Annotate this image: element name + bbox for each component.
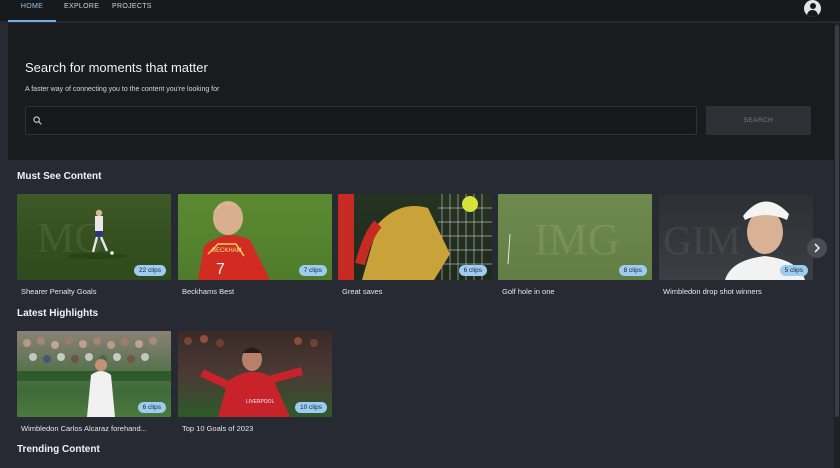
hero-panel: Search for moments that matter A faster … — [8, 23, 834, 160]
svg-text:BECKHAM: BECKHAM — [212, 248, 242, 254]
content-card[interactable]: BECKHAM 7 7 clips Beckhams Best — [178, 194, 332, 296]
chevron-right-icon — [814, 243, 821, 253]
clip-count-badge: 10 clips — [294, 402, 327, 413]
tab-home[interactable]: HOME — [8, 0, 56, 22]
card-title: Golf hole in one — [502, 287, 555, 296]
clip-count-badge: 7 clips — [298, 265, 327, 276]
tab-projects[interactable]: PROJECTS — [112, 0, 152, 22]
scrollbar-thumb[interactable] — [835, 25, 839, 417]
content-card[interactable]: LIVERPOOL 10 clips Top 10 Goals of 2023 — [178, 331, 332, 433]
card-title: Wimbledon drop shot winners — [663, 287, 762, 296]
card-title: Beckhams Best — [182, 287, 235, 296]
card-title: Wimbledon Carlos Alcaraz forehand... — [21, 424, 147, 433]
clip-count-badge: 6 clips — [137, 402, 166, 413]
card-title: Shearer Penalty Goals — [21, 287, 97, 296]
account-circle-icon[interactable] — [804, 0, 821, 17]
section-title-latest: Latest Highlights — [17, 308, 99, 319]
card-thumbnail: MG 22 clips — [17, 194, 171, 280]
section-title-trending: Trending Content — [17, 444, 100, 455]
card-thumbnail: GIM 5 clips — [659, 194, 813, 280]
svg-text:LIVERPOOL: LIVERPOOL — [246, 399, 275, 405]
content-card[interactable]: 6 clips Wimbledon Carlos Alcaraz forehan… — [17, 331, 171, 433]
top-nav: HOME EXPLORE PROJECTS — [0, 0, 840, 22]
section-title-must-see: Must See Content — [17, 171, 102, 182]
account-head-shape — [809, 3, 816, 9]
clip-count-badge: 5 clips — [779, 265, 808, 276]
svg-text:GIM: GIM — [663, 218, 741, 263]
clip-count-badge: 22 clips — [133, 265, 166, 276]
hero-subtitle: A faster way of connecting you to the co… — [25, 86, 220, 93]
card-thumbnail: 6 clips — [17, 331, 171, 417]
search-box — [25, 106, 697, 135]
search-icon — [33, 116, 42, 125]
hero-title: Search for moments that matter — [25, 60, 208, 75]
content-card[interactable]: 6 clips Great saves — [338, 194, 492, 296]
content-card[interactable]: IMG 8 clips Golf hole in one — [498, 194, 652, 296]
card-title: Great saves — [342, 287, 383, 296]
card-thumbnail: 6 clips — [338, 194, 492, 280]
card-thumbnail: IMG 8 clips — [498, 194, 652, 280]
search-input[interactable] — [48, 107, 688, 134]
account-body-shape — [807, 10, 818, 17]
card-thumbnail: LIVERPOOL 10 clips — [178, 331, 332, 417]
tab-explore[interactable]: EXPLORE — [64, 0, 99, 22]
svg-text:IMG: IMG — [534, 215, 620, 264]
content-card[interactable]: GIM 5 clips Wimbledon drop shot winners — [659, 194, 813, 296]
content-card[interactable]: MG 22 clips Shearer Penalty Goals — [17, 194, 171, 296]
search-button[interactable]: SEARCH — [706, 106, 811, 135]
card-thumbnail: BECKHAM 7 7 clips — [178, 194, 332, 280]
clip-count-badge: 8 clips — [618, 265, 647, 276]
carousel-next-button[interactable] — [807, 238, 827, 258]
card-title: Top 10 Goals of 2023 — [182, 424, 254, 433]
svg-text:7: 7 — [216, 261, 225, 278]
clip-count-badge: 6 clips — [458, 265, 487, 276]
page-scrollbar[interactable] — [834, 23, 840, 468]
